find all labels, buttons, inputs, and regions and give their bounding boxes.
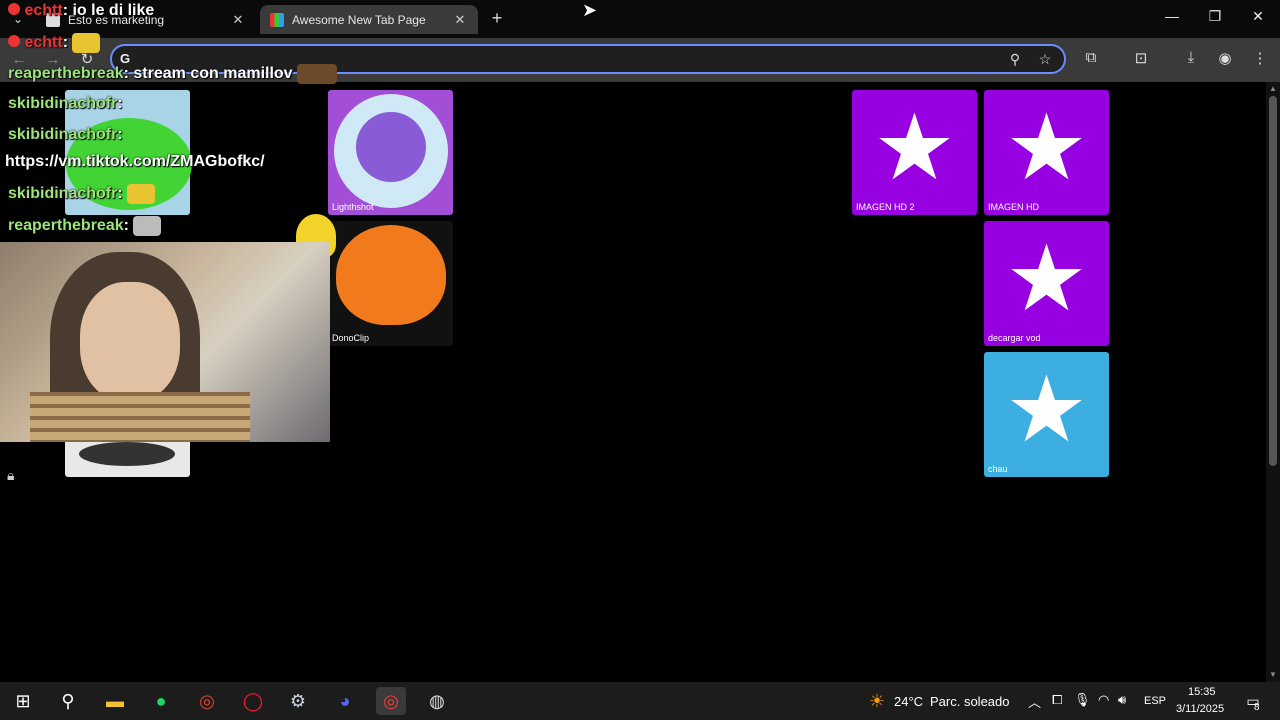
chat-message: skibidinachofr: (8, 184, 156, 204)
chat-message: skibidinachofr: (8, 95, 123, 113)
cursor-icon: ➤ (582, 0, 598, 20)
chat-message: echtt: io le di like (8, 2, 154, 20)
chat-text: : (123, 217, 129, 235)
scroll-thumb[interactable] (1269, 96, 1277, 466)
tile-label: IMAGEN HD 2 (856, 202, 915, 212)
profile-avatar-icon[interactable]: ◉ (1213, 49, 1237, 71)
spotify-icon[interactable]: ● (146, 687, 176, 715)
lock-icon[interactable]: 🔒︎ (7, 467, 14, 484)
chat-text: : (62, 34, 69, 52)
chat-message: reaperthebreak: (8, 216, 162, 236)
tile-imagen-hd[interactable]: ★ IMAGEN HD (984, 90, 1109, 215)
chat-message: echtt: (8, 33, 101, 53)
menu-icon[interactable]: ⋮ (1248, 49, 1272, 71)
chat-text: : stream con mamillov (123, 65, 293, 83)
chat-message: https://vm.tiktok.com/ZMAGbofkc/ (5, 153, 265, 171)
discord-icon[interactable]: ◕ (330, 687, 360, 715)
chat-username: skibidinachofr (8, 126, 118, 143)
zoom-icon[interactable]: ⚲ (1006, 51, 1024, 69)
star-icon: ★ (1005, 358, 1088, 461)
chat-username: reaperthebreak (8, 217, 124, 235)
weather-temp[interactable]: 24°C (894, 694, 923, 709)
emote-image (127, 184, 156, 204)
scrollbar[interactable]: ▲ ▼ (1266, 82, 1280, 682)
tab-close-icon[interactable]: ✕ (230, 12, 246, 28)
screen: ⌄ Esto es marketing ✕ Awesome New Tab Pa… (0, 0, 1280, 720)
scroll-down-icon[interactable]: ▼ (1268, 670, 1278, 679)
tab-awesome-new-tab-page[interactable]: Awesome New Tab Page ✕ (260, 5, 478, 34)
tile-imagen-hd-2[interactable]: ★ IMAGEN HD 2 (852, 90, 977, 215)
chat-username: echtt (24, 2, 63, 19)
weather-desc[interactable]: Parc. soleado (930, 694, 1010, 709)
tile-lighthshot[interactable]: Lighthshot (328, 90, 453, 215)
restore-icon[interactable]: ❐ (1203, 8, 1227, 28)
file-explorer-icon[interactable]: ▬ (100, 687, 130, 715)
minimize-icon[interactable]: — (1160, 8, 1184, 28)
tile-label: DonoClip (332, 333, 370, 343)
chrome-icon[interactable]: ◎ (192, 687, 222, 715)
chrome-active-icon[interactable]: ◎ (376, 687, 406, 715)
webcam-overlay (0, 242, 330, 442)
weather-icon[interactable]: ☀ (862, 687, 892, 715)
youtube-icon (8, 35, 20, 48)
windows-start-icon[interactable]: ⊞ (8, 687, 38, 715)
chat-text: : io le di like (62, 2, 155, 19)
opera-icon[interactable]: ◯ (238, 687, 268, 715)
tile-decargar-vod[interactable]: ★ decargar vod (984, 221, 1109, 346)
microphone-icon[interactable]: 🎙︎ (1074, 692, 1091, 708)
language-indicator[interactable]: ESP (1144, 695, 1166, 707)
puffle-orange-image (336, 225, 446, 325)
chat-message: skibidinachofr: (8, 126, 123, 144)
chat-username: skibidinachofr (8, 95, 118, 112)
close-window-icon[interactable]: ✕ (1246, 8, 1270, 28)
chat-message: reaperthebreak: stream con mamillov (8, 64, 338, 84)
chat-username: skibidinachofr (8, 185, 118, 203)
emote-image (297, 64, 338, 84)
chat-text: : (117, 95, 123, 112)
chat-link: https://vm.tiktok.com/ZMAGbofkc/ (5, 153, 265, 170)
notifications-icon[interactable]: ▭ (1238, 687, 1268, 715)
tile-label: chau (988, 464, 1008, 474)
new-tab-button[interactable]: + (486, 8, 508, 30)
search-icon[interactable]: ⚲ (53, 687, 83, 715)
notifications-count: 8 (1254, 702, 1260, 713)
volume-icon[interactable]: 🔊︎ (1118, 692, 1126, 708)
tile-donoclip[interactable]: DonoClip (328, 221, 453, 346)
tray-chevron-icon[interactable]: ︿ (1028, 692, 1041, 711)
star-icon: ★ (1005, 227, 1088, 330)
chat-text: : (117, 185, 123, 203)
star-icon: ★ (1005, 96, 1088, 199)
bookmark-star-icon[interactable]: ☆ (1036, 51, 1054, 69)
tab-favicon-icon (270, 12, 284, 27)
star-icon: ★ (873, 96, 956, 199)
scroll-up-icon[interactable]: ▲ (1268, 84, 1278, 93)
tab-title: Awesome New Tab Page (292, 12, 426, 27)
extensions-icon[interactable]: ⧉ (1079, 49, 1103, 71)
tile-chau[interactable]: ★ chau (984, 352, 1109, 477)
tile-image (79, 442, 175, 466)
download-icon[interactable]: ⤓ (1179, 49, 1203, 71)
puffle-purple-image (334, 94, 448, 208)
wifi-icon[interactable]: ◠ (1098, 692, 1109, 708)
chat-username: echtt (24, 34, 63, 52)
screenshot-icon[interactable]: ⊡ (1129, 49, 1153, 71)
tile-label: Lighthshot (332, 202, 374, 212)
tab-strip: ⌄ Esto es marketing ✕ Awesome New Tab Pa… (0, 0, 1280, 38)
tile-label: decargar vod (988, 333, 1041, 343)
windows-taskbar: ⊞ ⚲ ▬ ● ◎ ◯ ⚙ ◕ ◎ ◍ ☀ 24°C Parc. soleado… (0, 682, 1280, 720)
youtube-icon (8, 3, 20, 15)
obs-icon[interactable]: ◍ (422, 687, 452, 715)
meet-icon[interactable]: ⧠ (1052, 692, 1062, 708)
tab-close-icon[interactable]: ✕ (452, 12, 468, 28)
emote-image (72, 33, 101, 53)
emote-image (133, 216, 162, 236)
tile-label: IMAGEN HD (988, 202, 1040, 212)
clock-date[interactable]: 3/11/2025 (1176, 703, 1224, 715)
steam-icon[interactable]: ⚙ (283, 687, 313, 715)
chat-username: reaperthebreak (8, 65, 124, 83)
clock-time[interactable]: 15:35 (1188, 686, 1216, 698)
chat-text: : (117, 126, 123, 143)
